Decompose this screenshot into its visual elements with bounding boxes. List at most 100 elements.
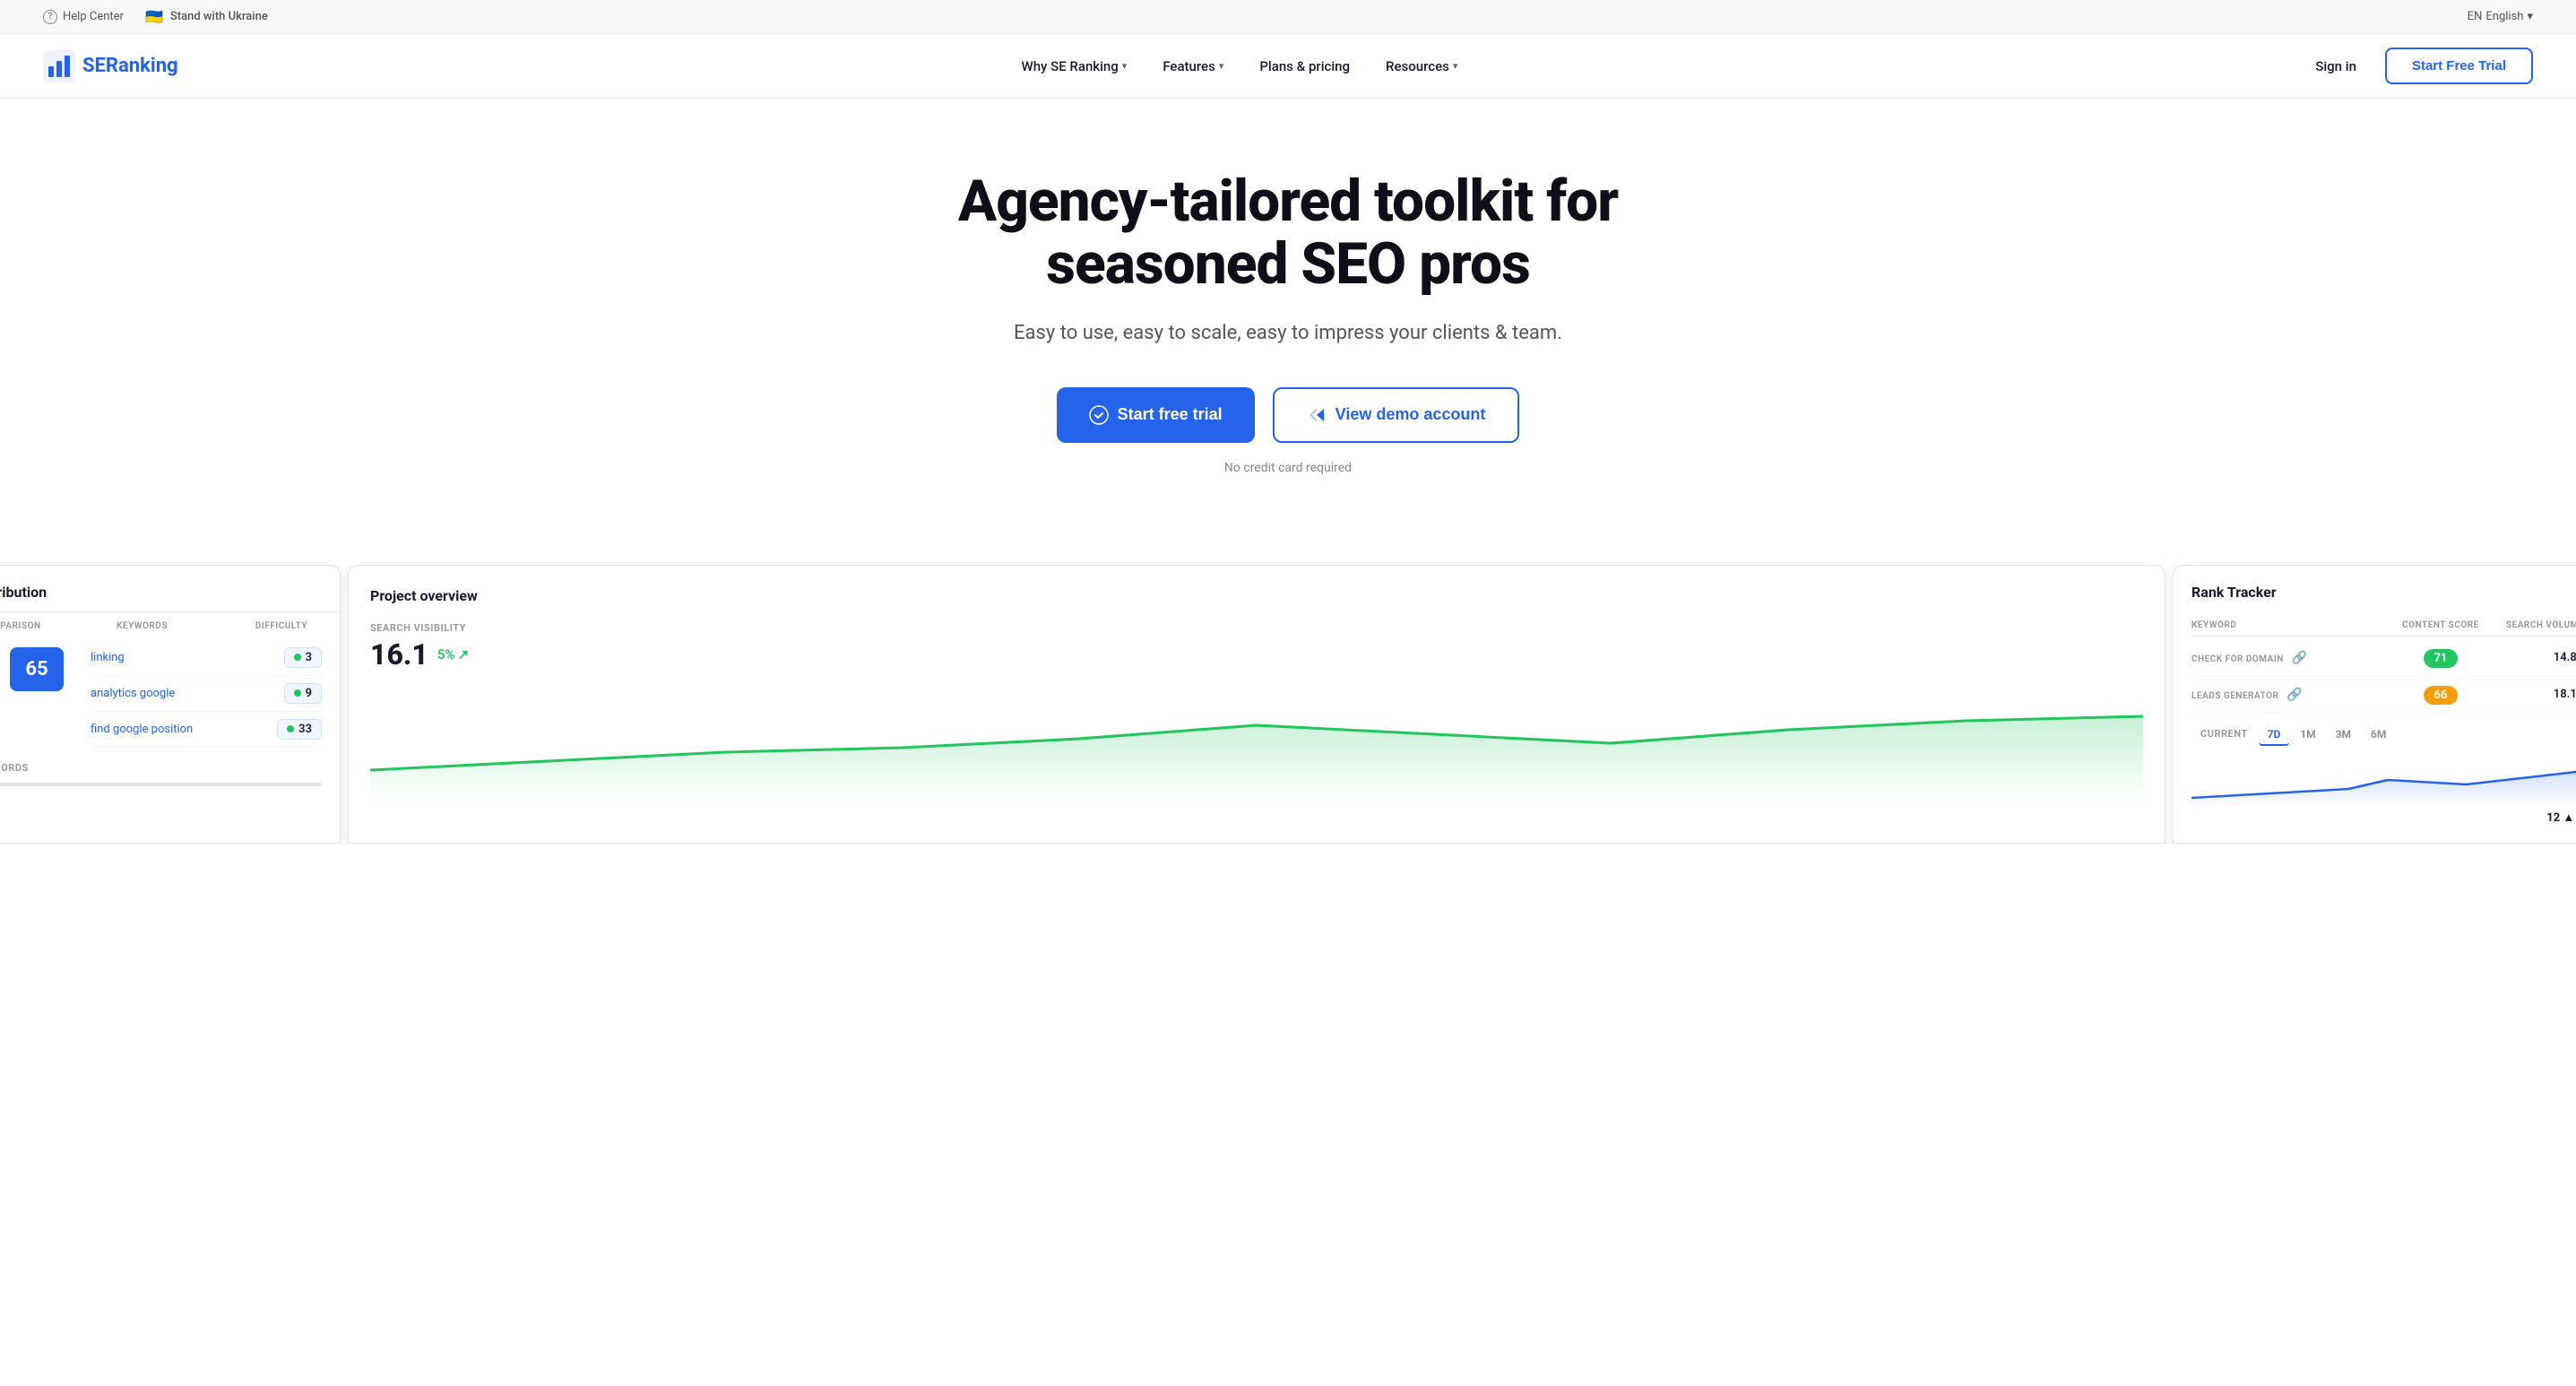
logo-ranking: Ranking: [106, 55, 178, 77]
time-tab-1m[interactable]: 1M: [2291, 724, 2324, 746]
time-tab-7d[interactable]: 7D: [2259, 724, 2290, 746]
topbar-left: ? Help Center 🇺🇦 Stand with Ukraine: [43, 8, 268, 25]
trial-icon: [1089, 405, 1109, 425]
time-tabs: CURRENT 7D 1M 3M 6M: [2191, 724, 2576, 746]
topbar-right: EN English ▾: [2468, 10, 2533, 23]
score-badge-66: 66: [2387, 685, 2494, 705]
line-chart-svg: [370, 689, 2143, 797]
attribution-panel: tribution MPARISON KEYWORDS DIFFICULTY 6…: [0, 565, 341, 844]
difficulty-badge-3: 3: [284, 647, 322, 668]
nav-actions: Sign in Start Free Trial: [2301, 48, 2533, 84]
attribution-title: tribution: [0, 584, 340, 612]
kw-leads-generator-name[interactable]: leads generator: [2191, 691, 2278, 701]
rank-table-header: KEYWORD CONTENT SCORE SEARCH VOLUME: [2191, 615, 2576, 637]
hero-buttons: Start free trial View demo account: [861, 387, 1715, 443]
demo-icon: [1307, 405, 1327, 425]
time-tab-6m[interactable]: 6M: [2362, 724, 2395, 746]
logo-text: SERanking: [82, 55, 178, 77]
ukraine-banner[interactable]: 🇺🇦 Stand with Ukraine: [145, 8, 268, 25]
rank-value-badge: 12 ▲ 2: [2191, 810, 2576, 825]
rank-tracker-title: Rank Tracker: [2191, 584, 2576, 601]
nav-resources[interactable]: Resources ▾: [1371, 51, 1472, 82]
navbar: SERanking Why SE Ranking ▾ Features ▾ Pl…: [0, 34, 2576, 99]
nav-why-label: Why SE Ranking: [1022, 58, 1119, 74]
nav-plans-pricing[interactable]: Plans & pricing: [1245, 51, 1364, 82]
chevron-down-icon: ▾: [1453, 60, 1458, 72]
difficulty-value-33: 33: [298, 723, 312, 736]
comparison-value-box: 65: [10, 647, 64, 691]
hero-subtitle: Easy to use, easy to scale, easy to impr…: [861, 322, 1715, 344]
visibility-percent: 5% ↗: [437, 646, 469, 663]
help-center-label: Help Center: [63, 10, 124, 23]
keywords-col-label: KEYWORDS: [117, 621, 232, 631]
rank-keyword-check-domain: check for domain 🔗: [2191, 651, 2387, 665]
percent-value: 5%: [437, 646, 455, 663]
start-trial-button[interactable]: Start Free Trial: [2385, 48, 2533, 84]
time-tab-3m[interactable]: 3M: [2327, 724, 2360, 746]
help-icon: ?: [43, 10, 57, 24]
logo-se: SE: [82, 55, 106, 77]
demo-label: View demo account: [1336, 405, 1486, 424]
chevron-down-icon: ▾: [1219, 60, 1224, 72]
attribution-header-row: MPARISON KEYWORDS DIFFICULTY: [0, 612, 340, 640]
keyword-row: find google position 33: [91, 712, 322, 748]
difficulty-badge-33: 33: [277, 719, 322, 740]
search-visibility-value-row: 16.1 5% ↗: [370, 637, 2143, 671]
ukraine-label: Stand with Ukraine: [170, 10, 268, 23]
lang-name: English: [2485, 10, 2523, 23]
nav-features[interactable]: Features ▾: [1148, 51, 1238, 82]
project-overview-panel: Project overview SEARCH VISIBILITY 16.1 …: [348, 565, 2165, 844]
chevron-down-icon: ▾: [1122, 60, 1128, 72]
nav-features-label: Features: [1163, 58, 1215, 74]
difficulty-dot-green: [294, 654, 301, 661]
difficulty-dot-green: [287, 725, 294, 732]
trend-arrow: ↗: [457, 646, 469, 663]
visibility-number: 16.1: [370, 637, 428, 671]
help-center-link[interactable]: ? Help Center: [43, 10, 124, 24]
hero-title: Agency-tailored toolkit for seasoned SEO…: [861, 170, 1715, 297]
nav-resources-label: Resources: [1386, 58, 1449, 74]
keyword-col-header: KEYWORD: [2191, 620, 2387, 630]
start-free-trial-button[interactable]: Start free trial: [1057, 387, 1255, 443]
link-icon[interactable]: 🔗: [2292, 651, 2308, 665]
words-section-label: WORDS: [0, 755, 340, 777]
nav-why-se-ranking[interactable]: Why SE Ranking ▾: [1007, 51, 1142, 82]
dashboard-preview: tribution MPARISON KEYWORDS DIFFICULTY 6…: [0, 565, 2576, 844]
ukraine-flag-icon: 🇺🇦: [145, 8, 163, 25]
score-value-66: 66: [2424, 686, 2459, 705]
link-icon[interactable]: 🔗: [2286, 688, 2303, 702]
kw-check-domain-name: check for domain: [2191, 654, 2284, 664]
view-demo-button[interactable]: View demo account: [1273, 387, 1520, 443]
language-selector[interactable]: EN English ▾: [2468, 10, 2533, 23]
keyword-row: analytics google 9: [91, 676, 322, 712]
difficulty-value-9: 9: [306, 687, 312, 700]
comparison-col-label: MPARISON: [0, 621, 108, 631]
search-visibility-label: SEARCH VISIBILITY: [370, 622, 2143, 634]
mini-chart-svg: [2191, 753, 2576, 807]
difficulty-dot-green: [294, 689, 301, 697]
logo-icon: [43, 50, 75, 82]
score-badge-71: 71: [2387, 648, 2494, 668]
content-score-col-header: CONTENT SCORE: [2387, 620, 2494, 630]
start-trial-label: Start free trial: [1118, 405, 1223, 424]
hero-section: Agency-tailored toolkit for seasoned SEO…: [840, 99, 1736, 529]
difficulty-badge-9: 9: [284, 683, 322, 704]
nav-links: Why SE Ranking ▾ Features ▾ Plans & pric…: [1007, 51, 1473, 82]
chevron-down-icon: ▾: [2527, 10, 2533, 23]
volume-18k: 18.1K: [2494, 688, 2576, 701]
difficulty-value-3: 3: [306, 651, 312, 664]
keyword-row: linking 3: [91, 640, 322, 676]
rank-row-leads-generator: leads generator 🔗 66 18.1K: [2191, 677, 2576, 714]
rank-keyword-leads-generator: leads generator 🔗: [2191, 688, 2387, 702]
sign-in-button[interactable]: Sign in: [2301, 51, 2371, 82]
project-overview-title: Project overview: [370, 587, 2143, 604]
logo[interactable]: SERanking: [43, 50, 178, 82]
no-credit-card-note: No credit card required: [861, 461, 1715, 475]
score-value-71: 71: [2424, 649, 2459, 668]
search-volume-col-header: SEARCH VOLUME: [2494, 620, 2576, 630]
keyword-find-google-position[interactable]: find google position: [91, 723, 268, 736]
keyword-analytics-google[interactable]: analytics google: [91, 687, 275, 700]
keyword-linking[interactable]: linking: [91, 651, 275, 664]
nav-plans-label: Plans & pricing: [1259, 58, 1350, 74]
time-tab-current[interactable]: CURRENT: [2191, 724, 2257, 746]
